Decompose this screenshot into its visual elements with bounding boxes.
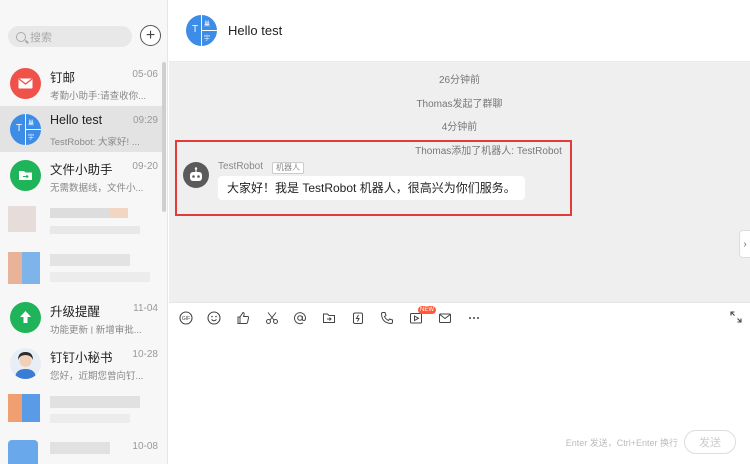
conversation-item-mail[interactable]: 钉邮 考勤小助手:请查收你... 05-06 [0,60,166,106]
sidebar-scrollbar[interactable] [162,62,166,212]
avatar-letter: 宇 [204,36,211,42]
blurred-conversation-item[interactable] [0,246,166,294]
conversation-item-hello-test[interactable]: T 巢 宇 Hello test TestRobot: 大家好! ... 09:… [0,106,166,152]
blurred-conversation-item[interactable] [0,386,166,434]
conversation-item-secretary[interactable]: 钉钉小秘书 您好，近期您曾向钉... 10-28 [0,340,166,386]
avatar-letter: 巢 [28,120,35,127]
blurred-conversation-item[interactable] [0,198,166,246]
search-input[interactable]: 搜索 [8,26,132,47]
conversation-preview: 无需数据线，文件小... [50,182,144,192]
conversation-time: 10-08 [132,441,158,452]
conversation-time: 11-04 [133,303,158,314]
fullscreen-icon[interactable] [730,311,742,323]
message-bubble[interactable]: 大家好！我是 TestRobot 机器人，很高兴为你们服务。 [218,176,525,200]
chat-title: Hello test [228,23,283,38]
conversation-preview: TestRobot: 大家好! ... [50,136,140,146]
sidebar: 搜索 + 钉邮 考勤小助手:请查收你... 05-06 T 巢 宇 Hello … [0,0,168,464]
conversation-time: 09-20 [132,161,158,172]
folder-icon[interactable] [322,311,336,325]
system-message: Thomas发起了群聊 [416,99,503,110]
group-avatar[interactable]: T 巢 宇 [186,15,217,46]
upgrade-arrow-icon [10,301,41,333]
mail-icon [10,67,41,99]
emoji-icon[interactable] [207,311,221,325]
send-hint: Enter 发送，Ctrl+Enter 换行 [565,438,678,448]
thumbs-up-icon[interactable] [236,311,250,325]
search-icon [16,31,26,42]
more-icon[interactable] [467,311,481,325]
conversation-item-upgrade[interactable]: 升级提醒 功能更新 | 新增审批... 11-04 [0,294,166,340]
avatar-letter: 巢 [204,22,211,28]
folder-icon [10,159,41,191]
chevron-right-icon[interactable]: › [739,230,750,258]
secretary-photo [10,347,41,379]
conversation-preview: 您好，近期您曾向钉... [50,370,144,380]
phone-icon[interactable] [380,311,394,325]
conversation-list: 钉邮 考勤小助手:请查收你... 05-06 T 巢 宇 Hello test … [0,60,166,464]
conversation-time: 09:29 [132,115,158,126]
chat-panel: T 巢 宇 Hello test 26分钟前 Thomas发起了群聊 4分钟前 … [169,0,750,464]
message-input[interactable]: Enter 发送，Ctrl+Enter 换行 发送 [169,332,750,464]
send-button[interactable]: 发送 [684,430,736,454]
new-badge: NEW [418,306,436,314]
avatar-letter: T [16,122,23,134]
conversation-item-file-helper[interactable]: 文件小助手 无需数据线，文件小... 09-20 [0,152,166,198]
svg-text:GIF: GIF [182,316,190,322]
conversation-time: 05-06 [132,69,158,80]
conversation-item-blurred[interactable]: 10-08 [0,434,166,464]
composer-toolbar: GIF [169,302,750,332]
avatar-letter: T [192,24,199,35]
avatar-letter: 宇 [28,134,35,141]
mail-icon[interactable] [438,311,452,325]
message-sender: TestRobot [218,161,264,172]
conversation-preview: 功能更新 | 新增审批... [50,324,142,334]
system-message: 26分钟前 [438,75,481,86]
chat-header: T 巢 宇 Hello test [169,0,750,62]
search-placeholder: 搜索 [30,31,52,44]
robot-badge: 机器人 [272,162,304,174]
message-area: 26分钟前 Thomas发起了群聊 4分钟前 Thomas添加了机器人: Tes… [169,62,750,302]
conversation-preview: 考勤小助手:请查收你... [50,90,147,100]
add-button[interactable]: + [140,25,161,46]
gif-icon[interactable]: GIF [179,311,193,325]
group-avatar: T 巢 宇 [10,113,41,145]
scissors-icon[interactable] [265,311,279,325]
conversation-time: 10-28 [132,349,158,360]
system-message: 4分钟前 [441,122,478,133]
robot-avatar[interactable] [183,162,209,188]
ding-icon[interactable] [351,311,365,325]
at-icon[interactable] [293,311,307,325]
